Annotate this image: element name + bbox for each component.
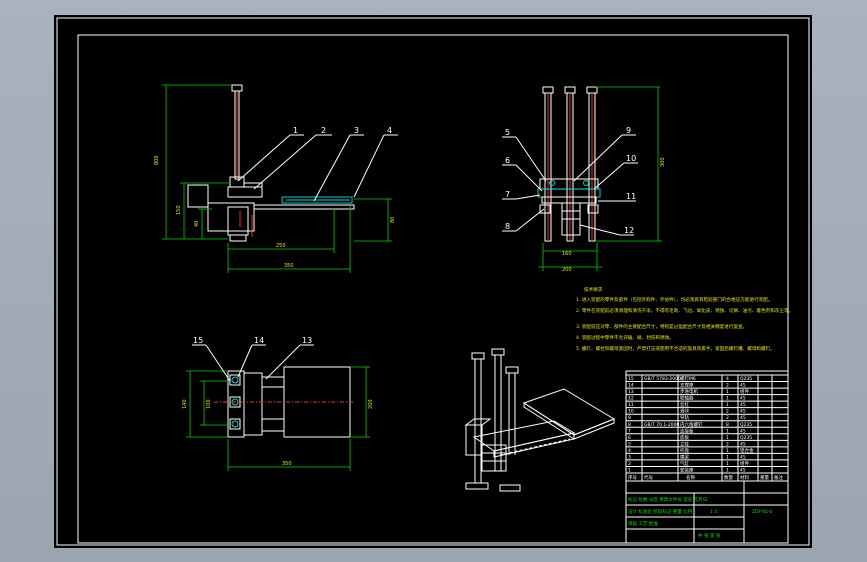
bom-cell-name: 支撑座 [680,382,694,389]
note-line-4: 4. 装配过程中零件不允许磕、碰、划伤和锈蚀。 [576,334,674,341]
callout-13: 13 [302,336,312,345]
front-view: 800 150 40 80 250 350 1 2 3 4 [154,84,398,273]
callout-3: 3 [354,126,359,135]
callout-2: 2 [321,126,326,135]
bom-cell-name: 气缸 [680,460,689,467]
title-block: 15 GB/T 5783-2000 螺钉M6 4 Q23514 支撑座 2 4513 步进电机 1… [625,370,789,544]
note-line-3: 3. 装配前应对零、部件的主要配合尺寸，特别是过盈配合尺寸及相关精度进行复查。 [576,323,747,330]
bom-cell-name: 安装座 [680,467,694,474]
dim-front-total-width: 350 [284,263,294,269]
dim-side-width1: 160 [562,251,572,257]
bom-cell-name: 步进电机 [680,388,698,395]
bom-cell-name: 托盘 [680,447,689,454]
callout-7: 7 [505,190,510,199]
dim-front-height: 800 [154,155,160,165]
bom-header-name: 名称 [686,474,695,481]
dim-side-height: 300 [660,157,666,167]
dim-plan-right: 200 [368,399,374,409]
callout-6: 6 [505,156,510,165]
bom-header-weight: 重量 [760,474,769,481]
callout-5: 5 [505,128,510,137]
isometric-view [464,348,616,492]
bom-cell-mat: 组件 [740,388,749,395]
dim-front-mid: 150 [176,205,182,215]
bom-cell-name: 螺钉M6 [680,375,696,382]
bom-header-code: 代号 [644,474,653,481]
note-line-1: 1. 进入装配的零件及部件（包括外购件、外协件），均必须具有检验部门的合格证方能… [576,296,773,303]
bom-cell-name: 滑块 [680,408,689,415]
bom-cell-name: 内六角螺钉 [680,421,703,428]
dim-front-right: 80 [390,217,396,223]
callout-11: 11 [626,192,636,201]
dim-plan-height2: 100 [206,399,212,409]
technical-notes: 技术要求 1. 进入装配的零件及部件（包括外购件、外协件），均必须具有检验部门的… [576,286,793,352]
callout-14: 14 [254,336,264,345]
note-line-2: 2. 零件在装配前必须清理和清洗干净，不得有毛刺、飞边、氧化皮、锈蚀、切屑、油污… [576,307,793,314]
side-view: 300 160 200 5 6 7 8 9 10 11 12 [502,86,666,273]
callout-15: 15 [193,336,203,345]
bom-cell-name: 横梁 [680,453,689,460]
bom-cell-name: 底板 [680,434,689,441]
bom-header-no: 序号 [628,474,637,481]
bom-cell-name: 立柱 [680,440,689,447]
bom-table: 15 GB/T 5783-2000 螺钉M6 4 Q23514 支撑座 2 4513 步进电机 1… [626,374,788,481]
callout-10: 10 [626,154,636,163]
sign-row-2: 设计 标准化 阶段标记 重量 比例 [628,508,693,515]
drawing-number: ZDY-01-0 [752,509,772,515]
bom-header-material: 材料 [740,474,749,481]
sign-row-1: 标记 处数 分区 更改文件号 签名 年月日 [628,496,707,503]
dim-plan-width: 350 [282,461,292,467]
bom-cell-name: 联轴器 [680,395,694,402]
bom-cell-mat: 组件 [740,460,749,467]
callout-8: 8 [505,222,510,231]
callout-12: 12 [624,226,634,235]
callout-1: 1 [293,126,298,135]
dim-front-top-width: 250 [276,243,286,249]
notes-title: 技术要求 [584,286,603,293]
bom-cell-name: 连接板 [680,427,694,434]
bom-cell-mat: 铝合金 [740,447,754,454]
cad-drawing: 800 150 40 80 250 350 1 2 3 4 300 160 20… [56,17,810,546]
drawing-sheet: 800 150 40 80 250 350 1 2 3 4 300 160 20… [54,15,812,548]
dim-front-low: 40 [194,221,200,227]
bom-cell-name: 丝杠 [680,401,689,408]
plan-view: 140 100 200 350 15 14 13 [182,336,374,471]
bom-header-remark: 备注 [774,474,783,481]
sheet-count: 共 张 第 张 [698,532,721,539]
callout-4: 4 [387,126,392,135]
sign-row-3: 审核 工艺 批准 [628,520,658,527]
note-line-5: 5. 螺钉、螺栓和螺母紧固时，严禁打击或使用不合适的旋具和扳手。紧固后螺钉槽、螺… [576,345,775,352]
callout-9: 9 [626,126,631,135]
bom-header-qty: 数量 [724,474,733,481]
outer-border [56,17,810,546]
scale-value: 1:5 [710,509,717,515]
dim-side-width2: 200 [562,267,572,273]
dim-plan-height1: 140 [182,399,188,409]
bom-cell-name: 导轨 [680,414,689,421]
